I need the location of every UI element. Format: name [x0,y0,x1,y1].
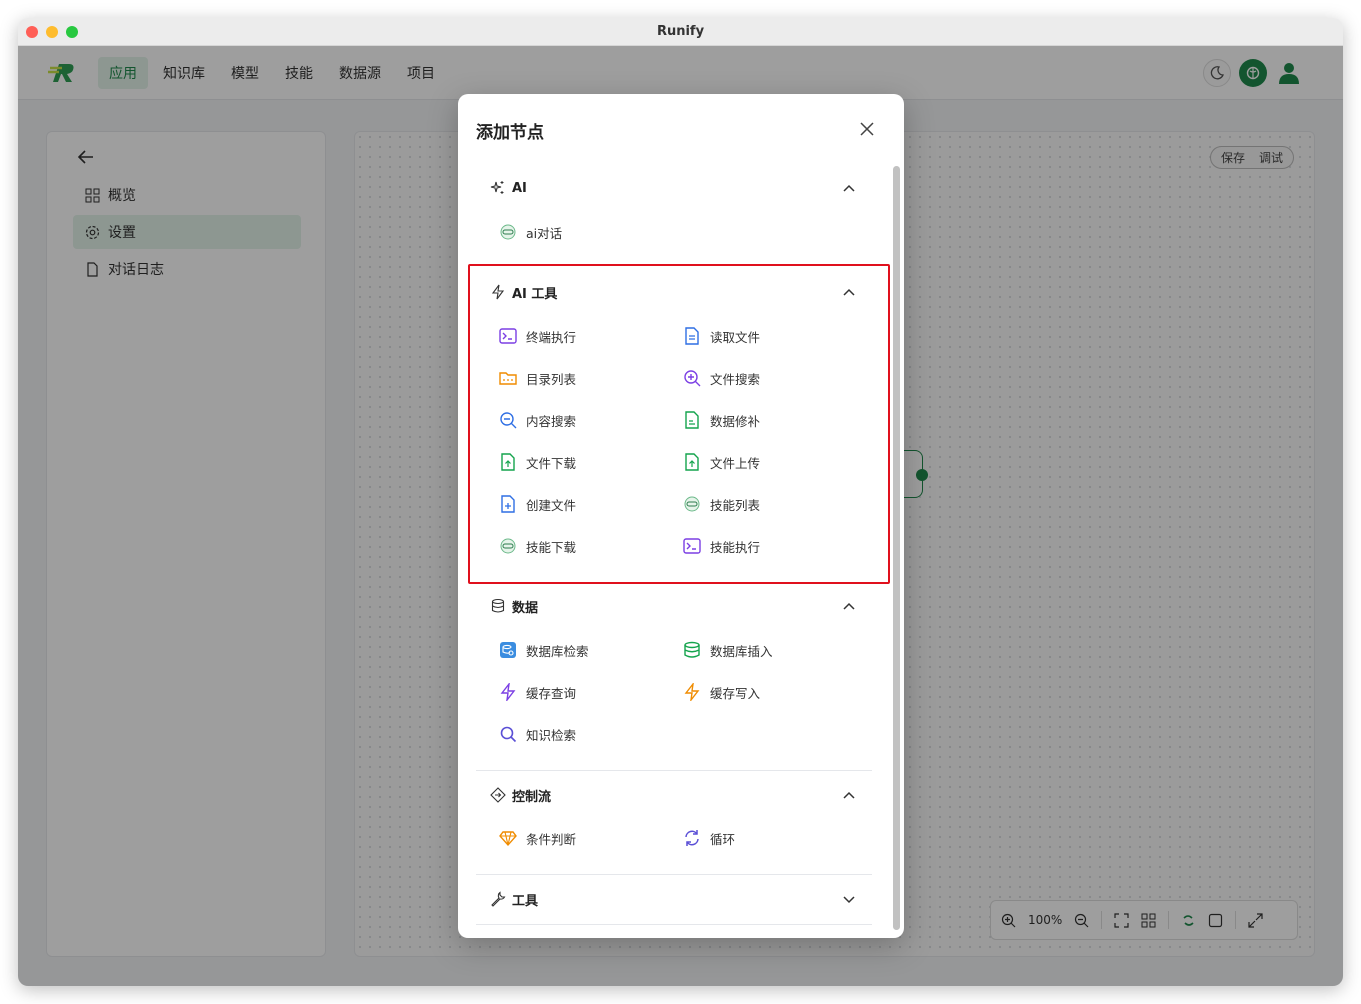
node-item-label: 文件上传 [710,455,761,471]
node-item-cache-query[interactable]: 缓存查询 [498,682,576,702]
section-title: AI 工具 [512,286,558,302]
gem-icon [499,831,517,847]
window-title: Runify [656,24,705,39]
node-item-label: 技能执行 [710,539,761,555]
node-item-dir-list[interactable]: 目录列表 [498,368,576,388]
node-item-create-file[interactable]: 创建文件 [498,494,576,514]
node-item-loop[interactable]: 循环 [682,828,735,848]
node-item-label: 技能列表 [710,497,761,513]
chevron-up-icon [843,184,855,192]
node-item-label: 创建文件 [526,497,577,513]
file-text-icon [685,327,699,345]
sparkles-icon [490,181,504,194]
section-header-ai[interactable]: AI [476,174,872,202]
search-icon [500,726,517,743]
database-insert-icon [684,641,700,658]
section-title: 控制流 [512,789,552,805]
section-header-data[interactable]: 数据 [476,592,872,620]
title-bar: Runify [18,18,1343,46]
node-item-label: 数据修补 [710,413,761,429]
add-node-dialog: 添加节点 AI ai对话 AI 工具 终端执行 读取文件 目录列表 文件搜索 内… [458,94,904,938]
node-item-label: 目录列表 [526,371,577,387]
node-item-condition[interactable]: 条件判断 [498,828,576,848]
close-icon[interactable] [858,120,876,138]
section-divider [476,770,872,771]
section-header-tools[interactable]: 工具 [476,885,872,913]
robot-icon [684,496,700,512]
node-item-skill-list[interactable]: 技能列表 [682,494,760,514]
node-item-content-search[interactable]: 内容搜索 [498,410,576,430]
node-item-label: 条件判断 [526,831,577,847]
chevron-up-icon [843,288,855,296]
wrench-icon [491,891,506,907]
node-item-label: 文件搜索 [710,371,761,387]
node-item-db-search[interactable]: 数据库检索 [498,640,589,660]
robot-icon [500,538,516,554]
node-item-terminal-exec[interactable]: 终端执行 [498,326,576,346]
node-item-db-insert[interactable]: 数据库插入 [682,640,773,660]
zoom-out-icon [500,412,517,429]
file-download-icon [501,453,515,471]
node-item-label: 文件下载 [526,455,577,471]
node-item-label: 缓存查询 [526,685,577,701]
section-header-ai-tools[interactable]: AI 工具 [476,278,872,306]
section-title: 数据 [512,600,539,616]
dialog-scrollbar[interactable] [893,166,900,930]
scrollbar-thumb[interactable] [893,166,900,930]
node-item-label: 循环 [710,831,736,847]
lightning-icon [684,683,700,701]
node-item-label: 数据库插入 [710,643,773,659]
section-title: AI [512,180,527,196]
node-item-ai-chat[interactable]: ai对话 [498,222,562,242]
node-item-label: 数据库检索 [526,643,589,659]
section-title: 工具 [512,893,539,909]
node-item-label: 知识检索 [526,727,577,743]
node-item-label: 内容搜索 [526,413,577,429]
folder-icon [499,372,517,385]
chevron-up-icon [843,602,855,610]
zoom-in-icon [684,370,701,387]
node-item-cache-write[interactable]: 缓存写入 [682,682,760,702]
terminal-icon [683,538,701,554]
node-item-knowledge-search[interactable]: 知识检索 [498,724,576,744]
node-item-file-upload[interactable]: 文件上传 [682,452,760,472]
node-item-label: 终端执行 [526,329,577,345]
node-item-label: ai对话 [526,225,563,241]
node-item-skill-download[interactable]: 技能下载 [498,536,576,556]
node-item-data-patch[interactable]: 数据修补 [682,410,760,430]
file-upload-icon [685,453,699,471]
node-item-skill-exec[interactable]: 技能执行 [682,536,760,556]
section-divider [476,874,872,875]
lightning-icon [491,284,505,300]
section-divider [476,924,872,925]
diamond-icon [490,787,506,803]
node-item-label: 技能下载 [526,539,577,555]
node-item-read-file[interactable]: 读取文件 [682,326,760,346]
database-icon [491,598,505,613]
node-item-file-search[interactable]: 文件搜索 [682,368,760,388]
file-edit-icon [685,411,699,429]
lightning-icon [500,683,516,701]
node-item-label: 缓存写入 [710,685,761,701]
chevron-down-icon [843,896,855,904]
section-header-control-flow[interactable]: 控制流 [476,781,872,809]
chevron-up-icon [843,791,855,799]
file-plus-icon [501,495,515,513]
database-search-icon [500,642,516,658]
robot-icon [500,224,516,240]
refresh-icon [685,830,699,846]
dialog-title: 添加节点 [476,123,544,143]
terminal-icon [499,328,517,344]
node-item-file-download[interactable]: 文件下载 [498,452,576,472]
node-item-label: 读取文件 [710,329,761,345]
